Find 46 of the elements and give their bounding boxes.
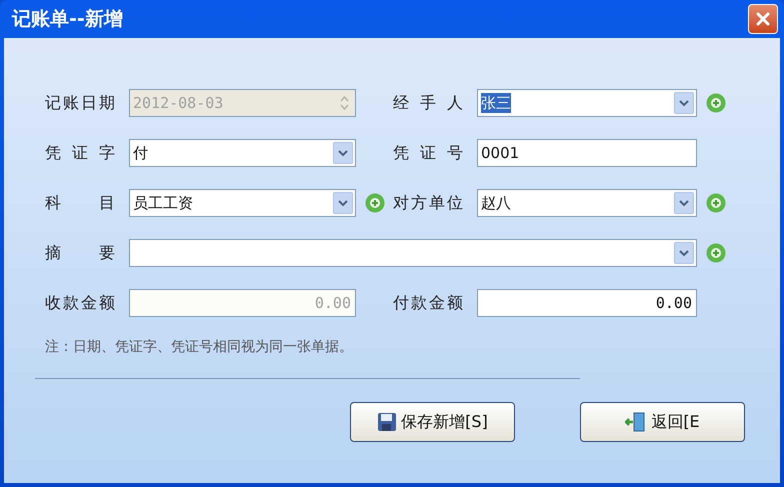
dropdown-button[interactable] <box>674 242 694 264</box>
dropdown-button[interactable] <box>333 192 353 214</box>
door-exit-icon <box>625 411 648 433</box>
field-label: 科 目 <box>45 192 115 214</box>
field-label: 付款金额 <box>393 292 463 314</box>
dropdown-button[interactable] <box>674 192 694 214</box>
chevron-icon <box>338 200 348 206</box>
dropdown-button[interactable] <box>674 92 694 114</box>
add-icon[interactable] <box>364 193 384 213</box>
field-label: 摘 要 <box>45 242 115 264</box>
close-button[interactable] <box>748 4 778 34</box>
note-text: 注：日期、凭证字、凭证号相同视为同一张单据。 <box>45 338 354 357</box>
dropdown-field[interactable]: 赵八 <box>477 189 697 217</box>
field-value: 0001 <box>481 143 520 163</box>
dropdown-field[interactable] <box>129 239 697 267</box>
chevron-icon <box>679 100 689 106</box>
chevron-icon <box>338 150 348 156</box>
field-value: 赵八 <box>481 193 511 213</box>
chevron-icon <box>679 200 689 206</box>
field-value: 付 <box>133 143 148 163</box>
add-icon[interactable] <box>706 243 726 263</box>
field-label: 收款金额 <box>45 292 115 314</box>
dropdown-field[interactable]: 张三 <box>477 89 697 117</box>
window-title: 记账单--新增 <box>12 6 123 32</box>
field-label: 凭 证 字 <box>45 142 115 164</box>
close-icon <box>755 11 771 27</box>
field-value: 员工工资 <box>133 193 193 213</box>
field-value: 0.00 <box>314 293 351 313</box>
input-field[interactable]: 0001 <box>477 139 697 167</box>
field-label: 凭 证 号 <box>393 142 463 164</box>
add-icon[interactable] <box>706 193 726 213</box>
back-button[interactable]: 返回[E <box>580 402 745 442</box>
save-button[interactable]: 保存新增[S] <box>350 402 515 442</box>
input-field[interactable]: 0.00 <box>477 289 697 317</box>
field-value: 张三 <box>481 93 511 113</box>
spinner-arrows-icon <box>340 95 348 111</box>
field-value: 0.00 <box>656 293 692 313</box>
dropdown-field[interactable]: 员工工资 <box>129 189 356 217</box>
add-icon[interactable] <box>706 93 726 113</box>
field-value: 2012-08-03 <box>133 93 224 113</box>
field-label: 对方单位 <box>393 192 463 214</box>
dropdown-button[interactable] <box>333 142 353 164</box>
field-label: 记账日期 <box>45 92 115 114</box>
dropdown-field[interactable]: 付 <box>129 139 356 167</box>
chevron-icon <box>679 250 689 256</box>
field-label: 经 手 人 <box>393 92 463 114</box>
